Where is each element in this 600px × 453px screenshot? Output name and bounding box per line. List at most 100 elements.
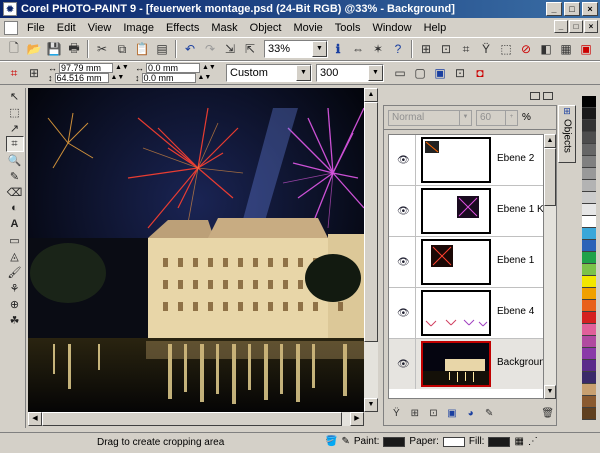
horizontal-scroll-thumb[interactable] xyxy=(42,412,342,426)
mask-icon[interactable]: ⊡ xyxy=(436,39,456,59)
palette-swatch[interactable] xyxy=(582,132,596,144)
palette-swatch[interactable] xyxy=(582,384,596,396)
doc-restore-button[interactable]: □ xyxy=(569,20,583,33)
palette-swatch[interactable] xyxy=(582,144,596,156)
palette-swatch[interactable] xyxy=(582,204,596,216)
zoom-tool-icon[interactable]: 🔍 xyxy=(6,152,24,168)
paint-color-swatch[interactable] xyxy=(383,436,406,447)
palette-swatch[interactable] xyxy=(582,288,596,300)
paste-new-icon[interactable]: ▤ xyxy=(152,39,172,59)
doc-minimize-button[interactable]: _ xyxy=(554,20,568,33)
merge-mode-select[interactable]: Normal ▼ xyxy=(388,109,472,126)
layer-scrollbar[interactable]: ▲ ▼ xyxy=(544,134,556,399)
redo-icon[interactable]: ↷ xyxy=(200,39,220,59)
palette-swatch[interactable] xyxy=(582,96,596,108)
close-button[interactable]: × xyxy=(582,2,598,16)
palette-swatch[interactable] xyxy=(582,372,596,384)
menu-edit[interactable]: Edit xyxy=(51,22,82,34)
palette-swatch[interactable] xyxy=(582,348,596,360)
palette-swatch[interactable] xyxy=(582,156,596,168)
new-object-icon[interactable]: Ÿ xyxy=(388,404,405,422)
crop-selection-icon[interactable]: ▣ xyxy=(430,63,450,83)
fill-color-swatch[interactable] xyxy=(488,436,511,447)
chevron-down-icon[interactable]: ▼ xyxy=(368,65,383,81)
document-icon[interactable] xyxy=(4,20,18,35)
print-icon[interactable]: 🖶 xyxy=(64,39,84,59)
clone-tool-icon[interactable]: ⊕ xyxy=(6,296,24,312)
create-from-mask-icon[interactable]: ⊞ xyxy=(407,404,424,422)
eye-icon[interactable]: 👁 xyxy=(397,308,410,319)
invert-icon[interactable]: ◧ xyxy=(536,39,556,59)
chevron-down-icon[interactable]: ▼ xyxy=(312,41,327,57)
landscape-icon[interactable]: ▢ xyxy=(410,63,430,83)
paste-icon[interactable]: 📋 xyxy=(132,39,152,59)
spinner-icon[interactable]: ▲▼ xyxy=(111,73,125,83)
doc-close-button[interactable]: × xyxy=(584,20,598,33)
menu-view[interactable]: View xyxy=(82,22,118,34)
spinner-icon[interactable]: ▲▼ xyxy=(202,63,216,73)
help-icon[interactable]: ? xyxy=(388,39,408,59)
import-icon[interactable]: ⇲ xyxy=(220,39,240,59)
grid-icon[interactable]: ⌗ xyxy=(456,39,476,59)
paper-color-swatch[interactable] xyxy=(442,436,465,447)
resize-grip-icon[interactable]: ⋰ xyxy=(528,436,538,447)
effect-tool-icon[interactable]: ⚘ xyxy=(6,280,24,296)
launch-icon[interactable]: ⇔ xyxy=(348,39,368,59)
text-tool-icon[interactable]: A xyxy=(6,216,24,232)
menu-mask[interactable]: Mask xyxy=(205,22,243,34)
crop-tool-icon[interactable]: ⌗ xyxy=(4,63,24,83)
horizontal-scrollbar[interactable]: ◀ ▶ xyxy=(28,412,364,426)
spinner-icon[interactable]: ▲▼ xyxy=(115,63,129,73)
layer-row[interactable]: 👁 Background xyxy=(389,339,543,389)
no-mask-icon[interactable]: ⊘ xyxy=(516,39,536,59)
red-mask-icon[interactable]: ▣ xyxy=(576,39,596,59)
resolution-select[interactable]: 300 ▼ xyxy=(316,64,384,82)
layer-row[interactable]: 👁 Ebene 1 xyxy=(389,237,543,287)
rectangle-mask-icon[interactable]: ⬚ xyxy=(6,104,24,120)
palette-swatch[interactable] xyxy=(582,168,596,180)
corel-icon[interactable]: ✶ xyxy=(368,39,388,59)
palette-swatch[interactable] xyxy=(582,312,596,324)
app-icon[interactable]: ✹ xyxy=(3,2,17,16)
plus-icon[interactable]: + xyxy=(505,110,517,125)
y-position-input[interactable]: 64.516 mm xyxy=(54,73,109,83)
menu-movie[interactable]: Movie xyxy=(287,22,328,34)
eye-icon[interactable]: 👁 xyxy=(397,257,410,268)
palette-swatch[interactable] xyxy=(582,180,596,192)
export-icon[interactable]: ⇱ xyxy=(240,39,260,59)
scroll-right-button[interactable]: ▶ xyxy=(350,412,364,426)
combine-icon[interactable]: ⊡ xyxy=(425,404,442,422)
menu-image[interactable]: Image xyxy=(117,22,160,34)
palette-swatch[interactable] xyxy=(582,300,596,312)
spinner-icon[interactable]: ▲▼ xyxy=(198,73,212,83)
palette-swatch[interactable] xyxy=(582,228,596,240)
menu-help[interactable]: Help xyxy=(418,22,453,34)
image-canvas[interactable] xyxy=(28,88,364,412)
layer-scroll-down-button[interactable]: ▼ xyxy=(544,385,556,399)
eyedropper-icon[interactable]: ✎ xyxy=(6,168,24,184)
red-eye-icon[interactable]: ◐ xyxy=(6,200,24,216)
palette-swatch[interactable] xyxy=(582,396,596,408)
scroll-down-button[interactable]: ▼ xyxy=(364,398,378,412)
clip-mask-icon[interactable]: ▣ xyxy=(444,404,461,422)
palette-swatch[interactable] xyxy=(582,336,596,348)
cut-icon[interactable]: ✂ xyxy=(92,39,112,59)
eye-icon[interactable]: 👁 xyxy=(397,155,410,166)
x-position-input[interactable]: 97.79 mm xyxy=(59,63,113,73)
object-picker-icon[interactable]: ⊞ xyxy=(416,39,436,59)
zoom-select[interactable]: 33% ▼ xyxy=(264,40,328,58)
opacity-field[interactable]: 60 + xyxy=(476,109,518,126)
eraser-icon[interactable]: ⌫ xyxy=(6,184,24,200)
menu-object[interactable]: Object xyxy=(244,22,288,34)
palette-toggle-icon[interactable]: ▦ xyxy=(556,39,576,59)
palette-swatch[interactable] xyxy=(582,216,596,228)
scroll-up-button[interactable]: ▲ xyxy=(364,88,378,102)
docker-close-icon[interactable] xyxy=(543,92,553,100)
crop-tool-icon[interactable]: ⌗ xyxy=(5,136,24,152)
layer-row[interactable]: 👁 Ebene 4 xyxy=(389,288,543,338)
height-input[interactable]: 0.0 mm xyxy=(141,73,196,83)
undo-icon[interactable]: ↶ xyxy=(180,39,200,59)
mask-transform-icon[interactable]: ↗ xyxy=(6,120,24,136)
save-icon[interactable]: 💾 xyxy=(44,39,64,59)
paint-tool-icon[interactable]: 🖌 xyxy=(6,264,24,280)
